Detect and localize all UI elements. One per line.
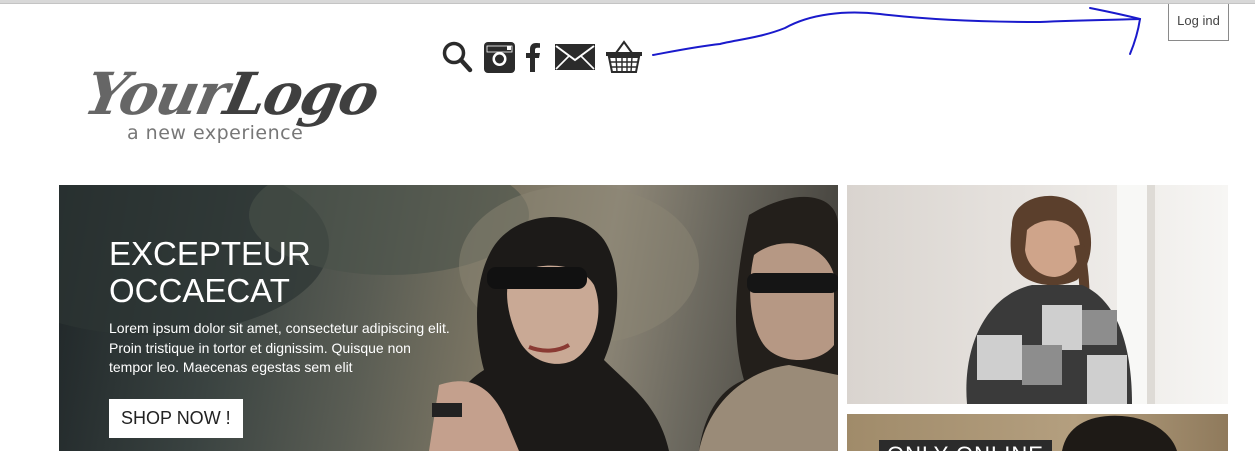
logo-tagline: a new experience [127, 122, 304, 144]
hero-title-line-1: EXCEPTEUR [109, 235, 311, 272]
social-icon-bar [441, 38, 643, 76]
logo-wordmark: YourLogo [79, 60, 384, 128]
hero-title: EXCEPTEUR OCCAECAT [109, 235, 429, 309]
promo-image-woman [966, 185, 1155, 404]
promo-tile-online[interactable]: ONLY ONLINE [847, 414, 1228, 451]
instagram-icon[interactable] [483, 41, 516, 74]
hero-title-line-2: OCCAECAT [109, 272, 290, 309]
shop-now-button[interactable]: SHOP NOW ! [109, 399, 243, 438]
logo-word-your: Your [78, 60, 234, 128]
hero-banner: EXCEPTEUR OCCAECAT Lorem ipsum dolor sit… [59, 185, 838, 451]
login-button[interactable]: Log ind [1168, 4, 1229, 41]
mail-icon[interactable] [554, 43, 596, 71]
browser-top-border [0, 0, 1255, 4]
search-icon[interactable] [441, 40, 473, 74]
site-logo[interactable]: YourLogo a new experience [79, 60, 384, 150]
hero-description: Lorem ipsum dolor sit amet, consectetur … [109, 320, 450, 375]
basket-icon[interactable] [605, 40, 643, 74]
promo-tile-fashion[interactable] [847, 185, 1228, 404]
logo-word-logo: Logo [218, 60, 384, 128]
facebook-icon[interactable] [524, 42, 542, 72]
only-online-label: ONLY ONLINE [879, 440, 1052, 451]
